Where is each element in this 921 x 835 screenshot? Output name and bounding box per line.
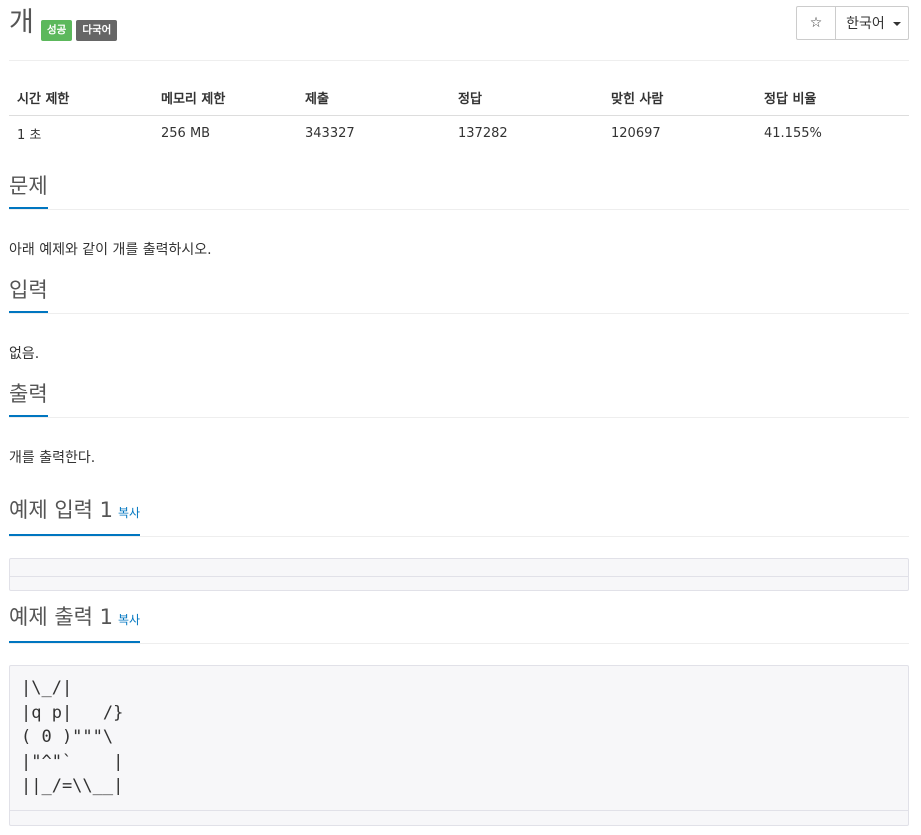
header-submissions: 제출 bbox=[297, 80, 450, 116]
star-icon: ☆ bbox=[809, 15, 823, 31]
sample-input-content bbox=[10, 559, 908, 576]
header-button-group: ☆ 한국어 bbox=[796, 6, 909, 40]
header-accepted: 정답 bbox=[450, 80, 603, 116]
status-badge-success: 성공 bbox=[41, 20, 73, 41]
sample-input-title-text: 예제 입력 1 bbox=[9, 498, 113, 522]
section-output-title: 출력 bbox=[9, 381, 48, 417]
section-sample-output-heading: 예제 출력 1 복사 bbox=[9, 604, 909, 644]
value-accepted: 137282 bbox=[458, 125, 508, 141]
problem-info-table: 시간 제한 메모리 제한 제출 정답 맞힌 사람 정답 비율 1 초 256 M… bbox=[9, 80, 909, 151]
section-output-heading: 출력 bbox=[9, 381, 909, 418]
badge-multilingual: 다국어 bbox=[76, 20, 118, 41]
section-input-heading: 입력 bbox=[9, 277, 909, 314]
section-problem-title: 문제 bbox=[9, 173, 48, 209]
value-solved-users: 120697 bbox=[611, 125, 661, 141]
language-label: 한국어 bbox=[846, 16, 885, 32]
output-description: 개를 출력한다. bbox=[9, 450, 96, 466]
section-sample-input-title: 예제 입력 1 복사 bbox=[9, 497, 141, 536]
copy-sample-input-link[interactable]: 복사 bbox=[118, 506, 140, 520]
problem-description: 아래 예제와 같이 개를 출력하시오. bbox=[9, 242, 212, 258]
section-input-title: 입력 bbox=[9, 277, 48, 313]
sample-output-content: |\_/| |q p| /} ( 0 )"""\ |"^"` | ||_/=\\… bbox=[21, 678, 124, 796]
section-sample-output-title: 예제 출력 1 복사 bbox=[9, 604, 141, 643]
problem-title: 개 bbox=[9, 7, 34, 38]
favorite-star-button[interactable]: ☆ bbox=[796, 6, 836, 40]
value-time-limit: 1 초 bbox=[17, 127, 42, 143]
header-solved-users: 맞힌 사람 bbox=[603, 80, 756, 116]
language-dropdown[interactable]: 한국어 bbox=[836, 6, 909, 40]
header-time-limit: 시간 제한 bbox=[9, 80, 153, 116]
section-problem-heading: 문제 bbox=[9, 173, 909, 210]
sample-output-footer bbox=[10, 810, 908, 825]
sample-output-title-text: 예제 출력 1 bbox=[9, 605, 113, 629]
problem-header: 개 성공 다국어 ☆ 한국어 bbox=[9, 0, 909, 61]
sample-input-box bbox=[9, 558, 909, 591]
info-header-row: 시간 제한 메모리 제한 제출 정답 맞힌 사람 정답 비율 bbox=[9, 80, 909, 116]
copy-sample-output-link[interactable]: 복사 bbox=[118, 613, 140, 627]
header-accept-ratio: 정답 비율 bbox=[756, 80, 909, 116]
value-accept-ratio: 41.155% bbox=[764, 125, 822, 141]
caret-down-icon bbox=[892, 22, 901, 26]
sample-input-footer bbox=[10, 576, 908, 591]
input-description: 없음. bbox=[9, 346, 40, 362]
header-memory-limit: 메모리 제한 bbox=[153, 80, 297, 116]
sample-output-box: |\_/| |q p| /} ( 0 )"""\ |"^"` | ||_/=\\… bbox=[9, 665, 909, 826]
value-submissions: 343327 bbox=[305, 125, 355, 141]
info-value-row: 1 초 256 MB 343327 137282 120697 41.155% bbox=[9, 115, 909, 151]
badge-group: 성공 다국어 bbox=[41, 20, 118, 41]
problem-page: 개 성공 다국어 ☆ 한국어 시간 제한 메모리 제한 제출 정답 맞힌 사람 … bbox=[9, 0, 909, 826]
value-memory-limit: 256 MB bbox=[161, 125, 211, 141]
section-sample-input-heading: 예제 입력 1 복사 bbox=[9, 497, 909, 537]
